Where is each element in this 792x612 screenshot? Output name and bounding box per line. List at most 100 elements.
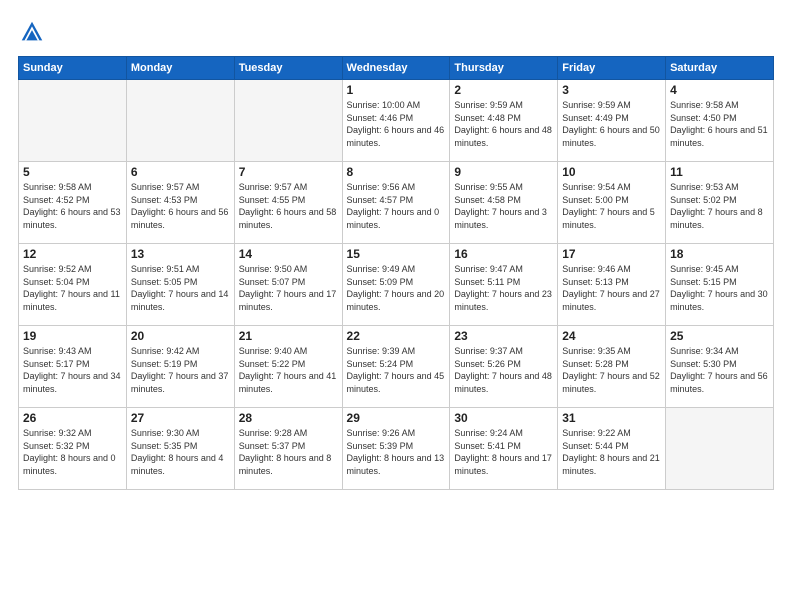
day-info: Sunrise: 9:42 AM Sunset: 5:19 PM Dayligh… xyxy=(131,345,230,395)
page: SundayMondayTuesdayWednesdayThursdayFrid… xyxy=(0,0,792,612)
calendar-cell: 21Sunrise: 9:40 AM Sunset: 5:22 PM Dayli… xyxy=(234,326,342,408)
calendar-cell: 14 Sunrise: 9:50 AM Sunset: 5:07 PM Dayli… xyxy=(234,244,342,326)
calendar-cell: 22 Sunrise: 9:39 AM Sunset: 5:24 PM Dayli… xyxy=(342,326,450,408)
day-info: Sunrise: 9:32 AM Sunset: 5:32 PM Dayligh… xyxy=(23,427,122,477)
calendar-cell: 27Sunrise: 9:30 AM Sunset: 5:35 PM Dayli… xyxy=(126,408,234,490)
day-number: 29 xyxy=(347,411,446,425)
calendar-cell xyxy=(19,80,127,162)
day-number: 12 xyxy=(23,247,122,261)
calendar-cell: 20 Sunrise: 9:42 AM Sunset: 5:19 PM Dayli… xyxy=(126,326,234,408)
day-info: Sunrise: 9:35 AM Sunset: 5:28 PM Dayligh… xyxy=(562,345,661,395)
day-info: Sunrise: 9:39 AM Sunset: 5:24 PM Dayligh… xyxy=(347,345,446,395)
calendar-header-tuesday: Tuesday xyxy=(234,57,342,80)
calendar-cell: 12 Sunrise: 9:52 AM Sunset: 5:04 PM Dayli… xyxy=(19,244,127,326)
calendar-cell: 25 Sunrise: 9:34 AM Sunset: 5:30 PM Dayli… xyxy=(666,326,774,408)
day-info: Sunrise: 9:34 AM Sunset: 5:30 PM Dayligh… xyxy=(670,345,769,395)
calendar-cell xyxy=(234,80,342,162)
day-info: Sunrise: 9:58 AM Sunset: 4:50 PM Dayligh… xyxy=(670,99,769,149)
day-number: 8 xyxy=(347,165,446,179)
day-info: Sunrise: 9:26 AM Sunset: 5:39 PM Dayligh… xyxy=(347,427,446,477)
calendar-cell: 29 Sunrise: 9:26 AM Sunset: 5:39 PM Dayli… xyxy=(342,408,450,490)
day-number: 27 xyxy=(131,411,230,425)
calendar-cell: 24Sunrise: 9:35 AM Sunset: 5:28 PM Dayli… xyxy=(558,326,666,408)
day-number: 20 xyxy=(131,329,230,343)
calendar-cell: 28Sunrise: 9:28 AM Sunset: 5:37 PM Dayli… xyxy=(234,408,342,490)
day-info: Sunrise: 9:49 AM Sunset: 5:09 PM Dayligh… xyxy=(347,263,446,313)
day-info: Sunrise: 9:57 AM Sunset: 4:55 PM Dayligh… xyxy=(239,181,338,231)
day-info: Sunrise: 9:43 AM Sunset: 5:17 PM Dayligh… xyxy=(23,345,122,395)
calendar-week-row: 26 Sunrise: 9:32 AM Sunset: 5:32 PM Dayli… xyxy=(19,408,774,490)
calendar-header-wednesday: Wednesday xyxy=(342,57,450,80)
header xyxy=(18,18,774,46)
day-number: 25 xyxy=(670,329,769,343)
calendar-cell: 6 Sunrise: 9:57 AM Sunset: 4:53 PM Daylig… xyxy=(126,162,234,244)
calendar-header-friday: Friday xyxy=(558,57,666,80)
calendar-cell xyxy=(126,80,234,162)
day-info: Sunrise: 9:54 AM Sunset: 5:00 PM Dayligh… xyxy=(562,181,661,231)
calendar-header-saturday: Saturday xyxy=(666,57,774,80)
day-info: Sunrise: 9:51 AM Sunset: 5:05 PM Dayligh… xyxy=(131,263,230,313)
calendar-cell: 9 Sunrise: 9:55 AM Sunset: 4:58 PM Daylig… xyxy=(450,162,558,244)
day-info: Sunrise: 9:59 AM Sunset: 4:49 PM Dayligh… xyxy=(562,99,661,149)
calendar-week-row: 1Sunrise: 10:00 AM Sunset: 4:46 PM Dayli… xyxy=(19,80,774,162)
calendar-week-row: 19 Sunrise: 9:43 AM Sunset: 5:17 PM Dayli… xyxy=(19,326,774,408)
calendar-week-row: 5Sunrise: 9:58 AM Sunset: 4:52 PM Daylig… xyxy=(19,162,774,244)
logo xyxy=(18,18,50,46)
calendar-cell: 17 Sunrise: 9:46 AM Sunset: 5:13 PM Dayli… xyxy=(558,244,666,326)
calendar-cell: 5Sunrise: 9:58 AM Sunset: 4:52 PM Daylig… xyxy=(19,162,127,244)
logo-icon xyxy=(18,18,46,46)
calendar-cell: 23 Sunrise: 9:37 AM Sunset: 5:26 PM Dayli… xyxy=(450,326,558,408)
day-number: 9 xyxy=(454,165,553,179)
calendar-cell: 16 Sunrise: 9:47 AM Sunset: 5:11 PM Dayli… xyxy=(450,244,558,326)
calendar-cell: 15 Sunrise: 9:49 AM Sunset: 5:09 PM Dayli… xyxy=(342,244,450,326)
calendar-cell: 7 Sunrise: 9:57 AM Sunset: 4:55 PM Daylig… xyxy=(234,162,342,244)
calendar-header-sunday: Sunday xyxy=(19,57,127,80)
calendar-cell: 2 Sunrise: 9:59 AM Sunset: 4:48 PM Daylig… xyxy=(450,80,558,162)
day-info: Sunrise: 9:57 AM Sunset: 4:53 PM Dayligh… xyxy=(131,181,230,231)
day-info: Sunrise: 10:00 AM Sunset: 4:46 PM Daylig… xyxy=(347,99,446,149)
calendar-header-thursday: Thursday xyxy=(450,57,558,80)
day-number: 19 xyxy=(23,329,122,343)
day-number: 17 xyxy=(562,247,661,261)
calendar-cell: 4Sunrise: 9:58 AM Sunset: 4:50 PM Daylig… xyxy=(666,80,774,162)
day-number: 26 xyxy=(23,411,122,425)
calendar-cell: 10Sunrise: 9:54 AM Sunset: 5:00 PM Dayli… xyxy=(558,162,666,244)
day-number: 14 xyxy=(239,247,338,261)
day-info: Sunrise: 9:37 AM Sunset: 5:26 PM Dayligh… xyxy=(454,345,553,395)
day-number: 3 xyxy=(562,83,661,97)
day-info: Sunrise: 9:50 AM Sunset: 5:07 PM Dayligh… xyxy=(239,263,338,313)
day-info: Sunrise: 9:28 AM Sunset: 5:37 PM Dayligh… xyxy=(239,427,338,477)
calendar-cell: 11 Sunrise: 9:53 AM Sunset: 5:02 PM Dayli… xyxy=(666,162,774,244)
day-info: Sunrise: 9:53 AM Sunset: 5:02 PM Dayligh… xyxy=(670,181,769,231)
calendar-cell: 8Sunrise: 9:56 AM Sunset: 4:57 PM Daylig… xyxy=(342,162,450,244)
calendar-cell: 1Sunrise: 10:00 AM Sunset: 4:46 PM Dayli… xyxy=(342,80,450,162)
day-number: 30 xyxy=(454,411,553,425)
day-info: Sunrise: 9:24 AM Sunset: 5:41 PM Dayligh… xyxy=(454,427,553,477)
day-info: Sunrise: 9:45 AM Sunset: 5:15 PM Dayligh… xyxy=(670,263,769,313)
calendar-cell: 19 Sunrise: 9:43 AM Sunset: 5:17 PM Dayli… xyxy=(19,326,127,408)
day-info: Sunrise: 9:52 AM Sunset: 5:04 PM Dayligh… xyxy=(23,263,122,313)
day-number: 23 xyxy=(454,329,553,343)
day-info: Sunrise: 9:46 AM Sunset: 5:13 PM Dayligh… xyxy=(562,263,661,313)
day-info: Sunrise: 9:55 AM Sunset: 4:58 PM Dayligh… xyxy=(454,181,553,231)
calendar-cell: 13Sunrise: 9:51 AM Sunset: 5:05 PM Dayli… xyxy=(126,244,234,326)
day-number: 16 xyxy=(454,247,553,261)
day-number: 7 xyxy=(239,165,338,179)
day-info: Sunrise: 9:59 AM Sunset: 4:48 PM Dayligh… xyxy=(454,99,553,149)
calendar-week-row: 12 Sunrise: 9:52 AM Sunset: 5:04 PM Dayli… xyxy=(19,244,774,326)
day-info: Sunrise: 9:58 AM Sunset: 4:52 PM Dayligh… xyxy=(23,181,122,231)
calendar-table: SundayMondayTuesdayWednesdayThursdayFrid… xyxy=(18,56,774,490)
day-number: 6 xyxy=(131,165,230,179)
day-number: 31 xyxy=(562,411,661,425)
day-number: 21 xyxy=(239,329,338,343)
calendar-cell: 3 Sunrise: 9:59 AM Sunset: 4:49 PM Daylig… xyxy=(558,80,666,162)
day-number: 15 xyxy=(347,247,446,261)
day-number: 22 xyxy=(347,329,446,343)
day-info: Sunrise: 9:47 AM Sunset: 5:11 PM Dayligh… xyxy=(454,263,553,313)
day-number: 2 xyxy=(454,83,553,97)
day-number: 11 xyxy=(670,165,769,179)
day-number: 18 xyxy=(670,247,769,261)
calendar-cell: 18 Sunrise: 9:45 AM Sunset: 5:15 PM Dayli… xyxy=(666,244,774,326)
calendar-cell xyxy=(666,408,774,490)
calendar-header-monday: Monday xyxy=(126,57,234,80)
